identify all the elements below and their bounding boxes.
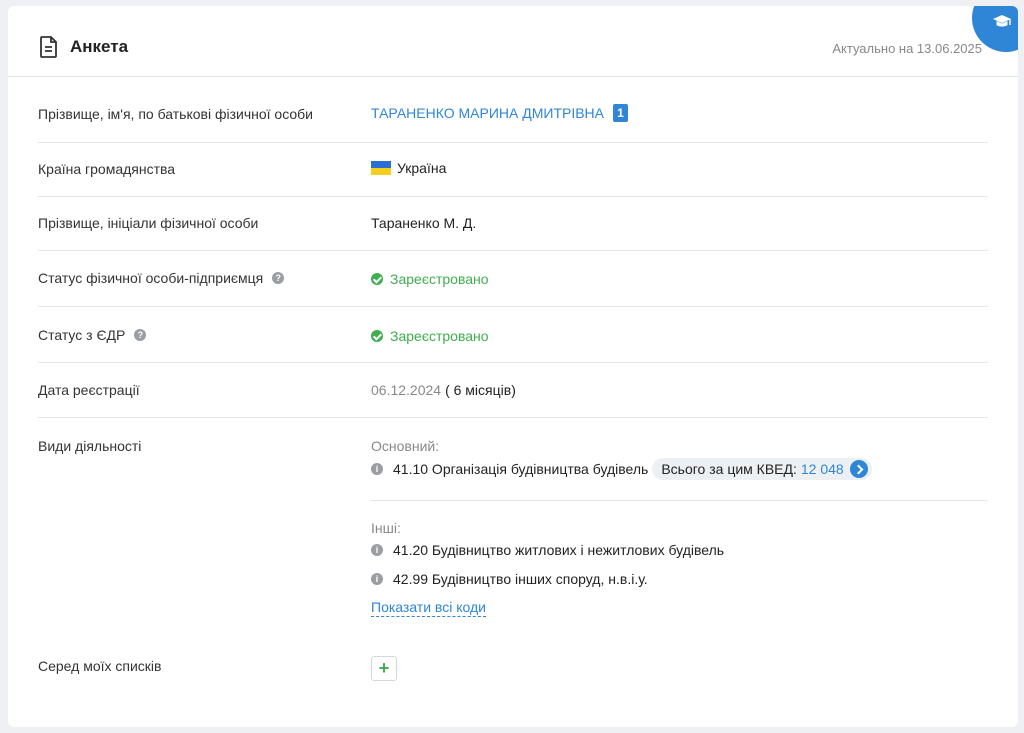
citizenship-value: Україна <box>397 160 447 176</box>
kved-total-label: Всього за цим КВЕД: <box>661 461 797 477</box>
show-all-wrap: Показати всі коди <box>371 599 486 617</box>
other-activity-code[interactable]: 41.20 Будівництво житлових і нежитлових … <box>393 542 724 558</box>
citizenship-label: Країна громадянства <box>38 161 176 177</box>
profile-card: Анкета Актуально на 13.06.2025 Прізвище,… <box>8 6 1018 727</box>
fop-status-value-wrap: Зареєстровано <box>371 271 489 287</box>
row-activities: Види діяльності Основний: i 41.10 Органі… <box>38 418 988 628</box>
info-icon[interactable]: i <box>371 573 383 585</box>
main-activity-wrap: i 41.10 Організація будівництва будівель… <box>371 458 872 480</box>
edr-status-label: Статус з ЄДР <box>38 327 126 343</box>
activities-divider <box>371 500 988 501</box>
registration-date-value-wrap: 06.12.2024 ( 6 місяців) <box>371 382 516 398</box>
activities-label: Види діяльності <box>38 438 142 454</box>
kved-total-value: 12 048 <box>800 461 844 477</box>
fop-status-label-wrap: Статус фізичної особи-підприємця ? <box>38 270 285 286</box>
full-name-value-wrap: ТАРАНЕНКО МАРИНА ДМИТРІВНА 1 <box>371 104 629 122</box>
registration-date: 06.12.2024 <box>371 382 442 398</box>
ukraine-flag-icon <box>371 161 391 175</box>
full-name-label: Прізвище, ім'я, по батькові фізичної осо… <box>38 106 314 122</box>
registration-duration: ( 6 місяців) <box>445 382 516 398</box>
main-activity-code[interactable]: 41.10 Організація будівництва будівель <box>393 461 648 477</box>
citizenship-value-wrap: Україна <box>371 160 446 176</box>
initials-label: Прізвище, ініціали фізичної особи <box>38 215 259 231</box>
full-name-count-badge[interactable]: 1 <box>613 104 629 122</box>
row-initials: Прізвище, ініціали фізичної особи Таране… <box>38 197 988 251</box>
edr-status-label-wrap: Статус з ЄДР ? <box>38 327 147 343</box>
card-header: Анкета Актуально на 13.06.2025 <box>8 6 1018 77</box>
kved-total-pill[interactable]: Всього за цим КВЕД: 12 048 <box>652 458 872 480</box>
chevron-right-icon <box>849 460 868 478</box>
registration-date-label: Дата реєстрації <box>38 382 140 398</box>
show-all-codes-link[interactable]: Показати всі коди <box>371 599 486 617</box>
document-icon <box>40 36 57 58</box>
other-activity-item: i 42.99 Будівництво інших споруд, н.в.і.… <box>371 571 648 587</box>
row-citizenship: Країна громадянства Україна <box>38 143 988 197</box>
initials-value: Тараненко М. Д. <box>371 215 477 231</box>
check-circle-icon <box>371 273 383 285</box>
my-lists-label: Серед моїх списків <box>38 658 162 674</box>
row-fop-status: Статус фізичної особи-підприємця ? Зареє… <box>38 251 988 307</box>
other-activity-item: i 41.20 Будівництво житлових і нежитлови… <box>371 542 724 558</box>
help-icon[interactable]: ? <box>272 272 285 284</box>
row-full-name: Прізвище, ім'я, по батькові фізичної осо… <box>38 78 988 143</box>
edr-status-value-wrap: Зареєстровано <box>371 328 489 344</box>
fop-status-value: Зареєстровано <box>390 271 489 287</box>
other-activity-code[interactable]: 42.99 Будівництво інших споруд, н.в.і.у. <box>393 571 648 587</box>
info-icon[interactable]: i <box>371 544 383 556</box>
row-registration-date: Дата реєстрації 06.12.2024 ( 6 місяців) <box>38 363 988 418</box>
edr-status-value: Зареєстровано <box>390 328 489 344</box>
main-activity-label: Основний: <box>371 438 440 454</box>
page-title: Анкета <box>70 37 129 56</box>
row-my-lists: Серед моїх списків + <box>38 646 988 696</box>
fop-status-label: Статус фізичної особи-підприємця <box>38 270 264 286</box>
add-to-list-button[interactable]: + <box>371 656 397 681</box>
info-icon[interactable]: i <box>371 463 383 475</box>
full-name-link[interactable]: ТАРАНЕНКО МАРИНА ДМИТРІВНА <box>371 105 604 121</box>
help-icon[interactable]: ? <box>134 329 147 341</box>
other-activities-label: Інші: <box>371 520 401 536</box>
check-circle-icon <box>371 330 383 342</box>
actual-date: Актуально на 13.06.2025 <box>832 41 982 56</box>
row-edr-status: Статус з ЄДР ? Зареєстровано <box>38 307 988 363</box>
